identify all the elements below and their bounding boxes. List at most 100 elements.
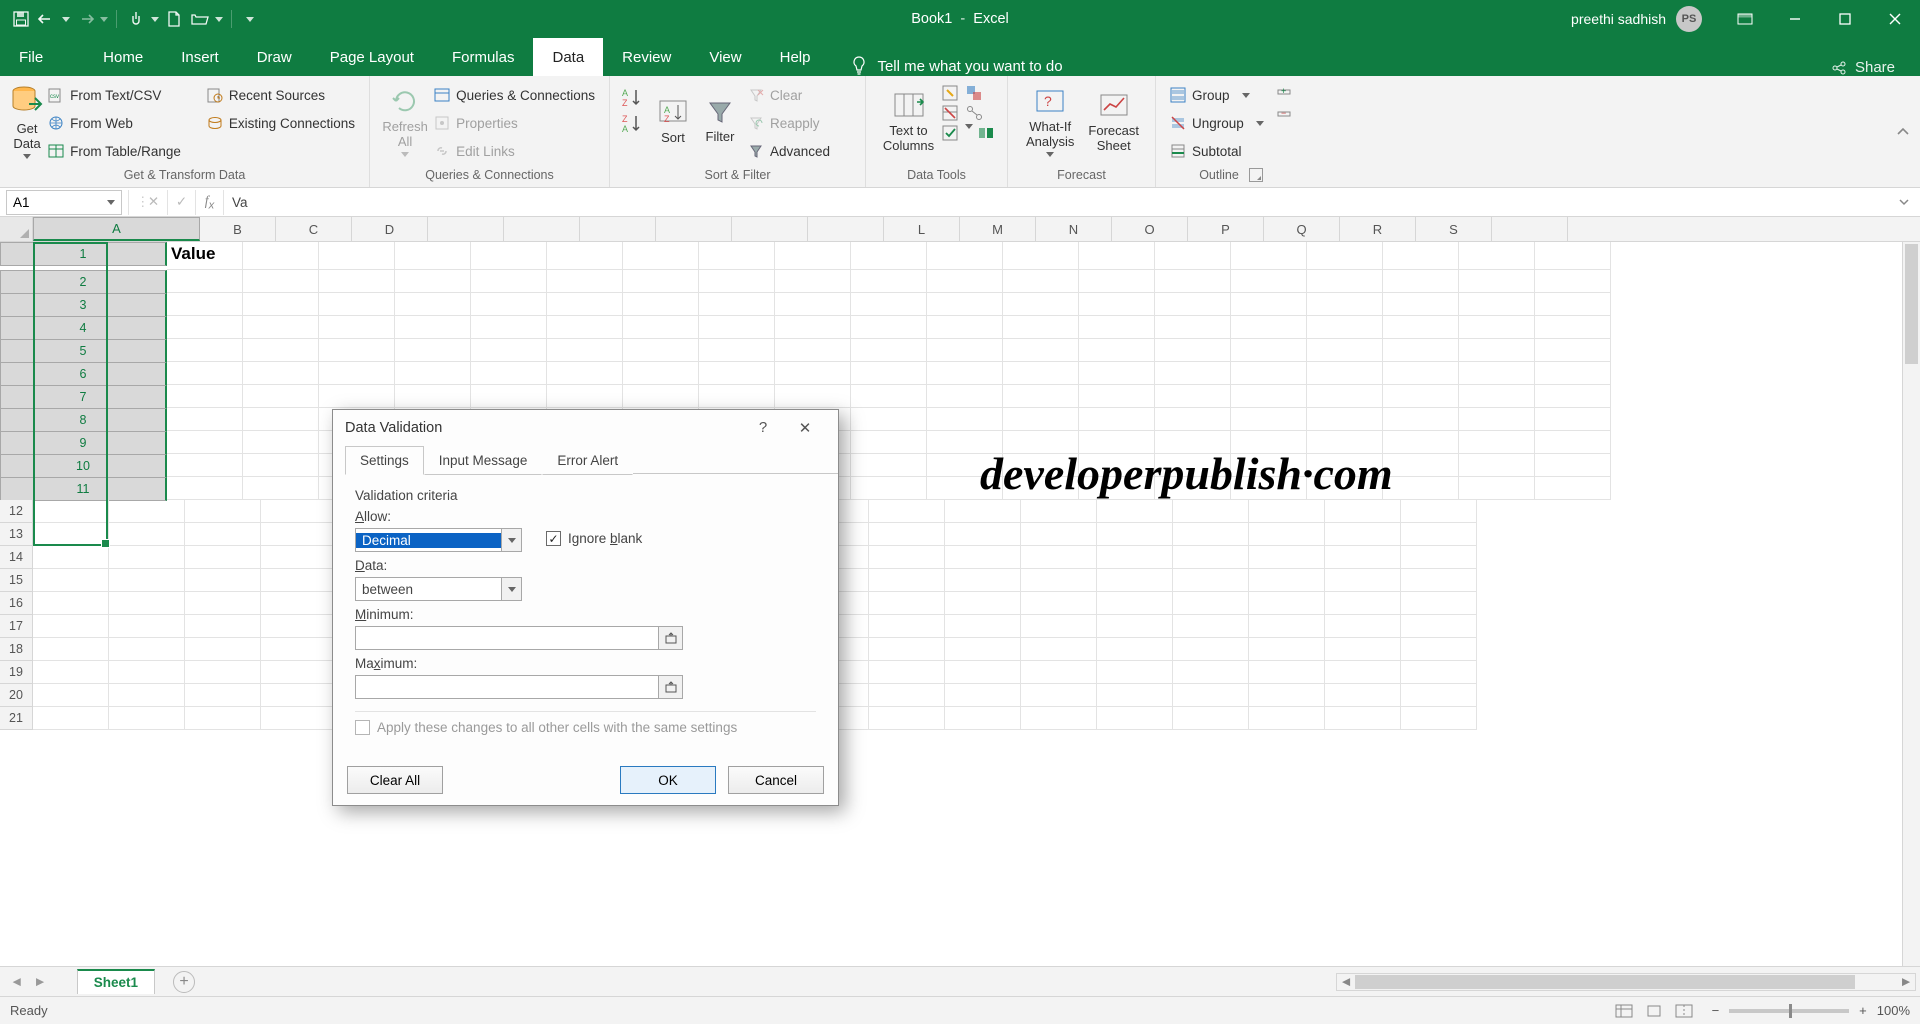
allow-select[interactable]: Decimal bbox=[355, 528, 522, 552]
row-header[interactable]: 3 bbox=[0, 293, 167, 317]
save-icon[interactable] bbox=[10, 8, 32, 30]
outline-dialog-launcher[interactable] bbox=[1249, 168, 1263, 182]
refresh-all-button[interactable]: Refresh All bbox=[380, 80, 430, 162]
row-header[interactable]: 4 bbox=[0, 316, 167, 340]
sort-asc-icon[interactable]: AZ bbox=[620, 86, 644, 108]
zoom-in-icon[interactable]: + bbox=[1859, 1003, 1867, 1018]
show-detail-icon[interactable]: + bbox=[1276, 84, 1292, 100]
range-picker-icon[interactable] bbox=[658, 676, 682, 698]
what-if-button[interactable]: ? What-If Analysis bbox=[1018, 80, 1082, 162]
queries-connections[interactable]: Queries & Connections bbox=[430, 82, 599, 108]
ignore-blank-checkbox[interactable]: Ignore blank bbox=[546, 531, 642, 546]
maximize-icon[interactable] bbox=[1820, 0, 1870, 38]
formula-value[interactable]: Va bbox=[224, 195, 248, 210]
clear-all-button[interactable]: Clear All bbox=[347, 766, 443, 794]
advanced-filter[interactable]: Advanced bbox=[744, 138, 834, 164]
data-validation-icon[interactable] bbox=[941, 124, 961, 142]
sort-button[interactable]: AZ Sort bbox=[650, 80, 696, 162]
flash-fill-icon[interactable] bbox=[941, 84, 961, 102]
row-header[interactable]: 13 bbox=[0, 523, 33, 546]
data-model-icon[interactable] bbox=[977, 124, 997, 142]
vertical-scrollbar[interactable] bbox=[1902, 242, 1920, 966]
row-header[interactable]: 9 bbox=[0, 431, 167, 455]
close-icon[interactable] bbox=[1870, 0, 1920, 38]
row-header[interactable]: 17 bbox=[0, 615, 33, 638]
page-layout-view-icon[interactable] bbox=[1640, 1001, 1668, 1021]
tab-error-alert[interactable]: Error Alert bbox=[542, 446, 633, 475]
data-select[interactable]: between bbox=[355, 577, 522, 601]
sheet-tab[interactable]: Sheet1 bbox=[77, 969, 155, 994]
tab-settings[interactable]: Settings bbox=[345, 446, 424, 475]
tab-draw[interactable]: Draw bbox=[238, 38, 311, 76]
edit-links[interactable]: Edit Links bbox=[430, 138, 599, 164]
row-header[interactable]: 7 bbox=[0, 385, 167, 409]
text-to-columns-button[interactable]: Text to Columns bbox=[876, 80, 941, 162]
user-account[interactable]: preethi sadhish PS bbox=[1571, 6, 1720, 32]
tab-insert[interactable]: Insert bbox=[162, 38, 238, 76]
tab-review[interactable]: Review bbox=[603, 38, 690, 76]
get-data-button[interactable]: Get Data bbox=[10, 80, 44, 162]
cancel-fx-icon[interactable]: ✕ bbox=[140, 190, 168, 215]
recent-sources[interactable]: Recent Sources bbox=[203, 82, 359, 108]
relationships-icon[interactable] bbox=[965, 104, 985, 122]
row-header[interactable]: 12 bbox=[0, 500, 33, 523]
tell-me[interactable]: Tell me what you want to do bbox=[829, 56, 1062, 76]
zoom-out-icon[interactable]: − bbox=[1712, 1003, 1720, 1018]
collapse-ribbon-icon[interactable] bbox=[1896, 127, 1910, 137]
row-header[interactable]: 1 bbox=[0, 242, 167, 266]
new-sheet-icon[interactable]: + bbox=[173, 971, 195, 993]
zoom-slider[interactable] bbox=[1729, 1009, 1849, 1013]
existing-connections[interactable]: Existing Connections bbox=[203, 110, 359, 136]
ok-button[interactable]: OK bbox=[620, 766, 716, 794]
tab-file[interactable]: File bbox=[0, 38, 62, 76]
ribbon-display-icon[interactable] bbox=[1720, 0, 1770, 38]
chevron-down-icon[interactable] bbox=[501, 578, 521, 600]
spreadsheet-grid[interactable]: A B C D L M N O P Q R S 1Value2345678910… bbox=[0, 217, 1920, 966]
row-header[interactable]: 5 bbox=[0, 339, 167, 363]
clear-filter[interactable]: Clear bbox=[744, 82, 834, 108]
minimize-icon[interactable] bbox=[1770, 0, 1820, 38]
row-header[interactable]: 20 bbox=[0, 684, 33, 707]
row-header[interactable]: 15 bbox=[0, 569, 33, 592]
page-break-view-icon[interactable] bbox=[1670, 1001, 1698, 1021]
consolidate-icon[interactable] bbox=[965, 84, 985, 102]
row-header[interactable]: 6 bbox=[0, 362, 167, 386]
new-file-icon[interactable] bbox=[163, 8, 185, 30]
from-text-csv[interactable]: csvFrom Text/CSV bbox=[44, 82, 185, 108]
row-header[interactable]: 16 bbox=[0, 592, 33, 615]
select-all-corner[interactable] bbox=[0, 217, 33, 241]
next-sheet-icon[interactable]: ► bbox=[33, 974, 46, 989]
cell-A1[interactable]: Value bbox=[167, 242, 243, 270]
enter-fx-icon[interactable]: ✓ bbox=[168, 190, 196, 215]
from-web[interactable]: From Web bbox=[44, 110, 185, 136]
from-table-range[interactable]: From Table/Range bbox=[44, 138, 185, 164]
prev-sheet-icon[interactable]: ◄ bbox=[10, 974, 23, 989]
open-file-icon[interactable] bbox=[189, 8, 211, 30]
row-header[interactable]: 2 bbox=[0, 270, 167, 294]
tab-data[interactable]: Data bbox=[533, 38, 603, 76]
row-header[interactable]: 21 bbox=[0, 707, 33, 730]
cancel-button[interactable]: Cancel bbox=[728, 766, 824, 794]
normal-view-icon[interactable] bbox=[1610, 1001, 1638, 1021]
filter-button[interactable]: Filter bbox=[696, 80, 744, 162]
dialog-help-icon[interactable]: ? bbox=[742, 413, 784, 443]
redo-icon[interactable] bbox=[74, 8, 96, 30]
ungroup-rows[interactable]: Ungroup bbox=[1166, 110, 1268, 136]
fx-icon[interactable]: fx bbox=[196, 190, 224, 215]
row-header[interactable]: 14 bbox=[0, 546, 33, 569]
touch-mode-icon[interactable] bbox=[125, 8, 147, 30]
col-header[interactable]: A bbox=[33, 217, 200, 241]
group-rows[interactable]: Group bbox=[1166, 82, 1268, 108]
row-header[interactable]: 18 bbox=[0, 638, 33, 661]
tab-home[interactable]: Home bbox=[84, 38, 162, 76]
range-picker-icon[interactable] bbox=[658, 627, 682, 649]
row-header[interactable]: 10 bbox=[0, 454, 167, 478]
tab-page-layout[interactable]: Page Layout bbox=[311, 38, 433, 76]
zoom-level[interactable]: 100% bbox=[1877, 1003, 1910, 1018]
subtotal[interactable]: Subtotal bbox=[1166, 138, 1268, 164]
tab-view[interactable]: View bbox=[690, 38, 760, 76]
row-header[interactable]: 19 bbox=[0, 661, 33, 684]
reapply-filter[interactable]: Reapply bbox=[744, 110, 834, 136]
minimum-input[interactable] bbox=[355, 626, 683, 650]
chevron-down-icon[interactable] bbox=[501, 529, 521, 551]
